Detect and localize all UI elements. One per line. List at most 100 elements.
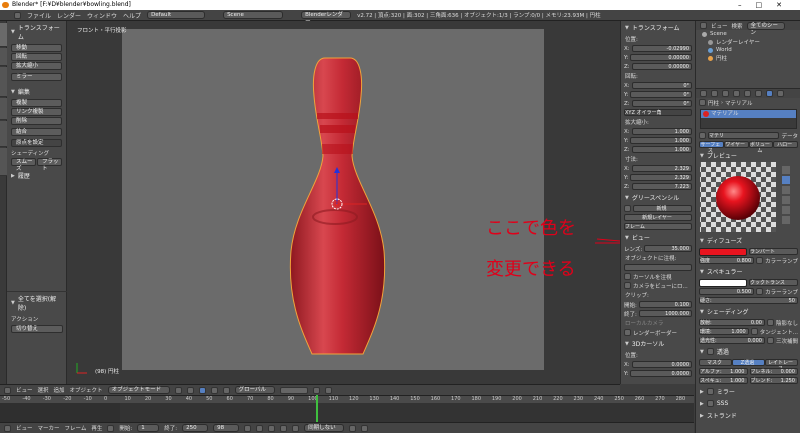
render-engine-select[interactable]: Blenderレンダー <box>301 11 352 25</box>
checkbox-icon[interactable] <box>750 328 758 335</box>
texture-tab-icon[interactable] <box>777 90 784 97</box>
timeline-editor[interactable]: -50 -40 -30 -20 -10 0 10 20 30 40 50 60 70 80 90 100 110… <box>0 395 694 423</box>
mirror-button[interactable]: ミラー <box>11 73 62 81</box>
window-controls[interactable]: –□✕ <box>738 0 796 10</box>
material-browse-icon[interactable] <box>699 132 706 139</box>
play-icon[interactable] <box>268 424 276 432</box>
properties-editor[interactable]: 円柱 › マテリアル マテリアル マテリ データ サーフェス ワイヤー ボリューム ハ… <box>696 89 800 433</box>
strand-panel-header[interactable]: ▶ ストランド <box>696 409 800 422</box>
np-clip-end[interactable]: 終了: 1000.000 <box>621 309 695 318</box>
material-slot-list[interactable]: マテリアル <box>700 109 797 129</box>
outliner-search-menu[interactable]: 検索 <box>732 22 743 30</box>
tab-surface[interactable]: サーフェス <box>699 141 724 154</box>
tab-volume[interactable]: ボリューム <box>748 141 774 154</box>
material-tab-icon[interactable] <box>766 90 773 97</box>
menu-file[interactable]: ファイル <box>27 11 51 20</box>
np-rot-x[interactable]: X: 0° <box>621 81 695 90</box>
emit-field[interactable]: 放射: 0.00 <box>699 319 765 326</box>
outliner-row-renderlayers[interactable]: レンダーレイヤー <box>696 38 800 46</box>
preview-panel-header[interactable]: ▼ プレビュー <box>696 149 800 162</box>
render-tab-icon[interactable] <box>700 90 707 97</box>
tab-tools[interactable] <box>0 23 7 47</box>
preview-monkey-icon[interactable] <box>782 196 790 204</box>
editor-type-icon[interactable] <box>14 11 21 19</box>
outliner-display-select[interactable]: 全てのシーン <box>746 21 785 36</box>
duplicate-linked-button[interactable]: リンク複製 <box>11 108 62 116</box>
blend-field[interactable]: ブレンド: 1.250 <box>749 377 798 384</box>
current-frame-field[interactable]: 98 <box>213 424 240 432</box>
checkbox-icon[interactable] <box>624 282 631 289</box>
np-lens-row[interactable]: レンズ: 35.000 <box>621 244 695 253</box>
hardness-field[interactable]: 硬さ: 50 <box>699 297 798 304</box>
translucency-field[interactable]: 透光性: 0.000 <box>699 337 765 344</box>
np-scale-z[interactable]: Z: 1.000 <box>621 145 695 154</box>
diffuse-intensity-field[interactable]: 強度 0.800 <box>699 257 755 264</box>
transform-orientation-select[interactable]: グローバル <box>234 386 275 394</box>
outliner-row-world[interactable]: World <box>696 46 800 54</box>
np-clip-start[interactable]: 開始: 0.100 <box>621 300 695 309</box>
ambient-field[interactable]: 環境: 1.000 <box>699 328 749 335</box>
menu-render[interactable]: レンダー <box>57 11 81 20</box>
outliner[interactable]: ビュー 検索 全てのシーン Scene レンダーレイヤー World 円柱 <box>696 21 800 89</box>
jump-start-icon[interactable] <box>244 424 252 432</box>
shade-flat-button[interactable]: フラット <box>37 158 62 172</box>
snap-icon[interactable] <box>312 386 320 394</box>
np-scale-y[interactable]: Y: 1.000 <box>621 136 695 145</box>
np-transform-header[interactable]: ▼ トランスフォーム <box>621 21 695 34</box>
np-lock-object-field[interactable] <box>624 264 692 271</box>
shading-panel-header[interactable]: ▼ シェーディング <box>696 305 800 318</box>
specular-panel-header[interactable]: ▼ スペキュラー <box>696 265 800 278</box>
layer-buttons-icon[interactable] <box>279 386 308 394</box>
tab-create[interactable] <box>0 48 7 66</box>
jump-end-icon[interactable] <box>292 424 300 432</box>
set-origin-button[interactable]: 原点を設定 <box>11 139 62 147</box>
3d-viewport[interactable]: フロント・平行投影 (98) 円柱 <box>67 21 620 384</box>
checkbox-icon[interactable] <box>766 337 774 344</box>
keying-set-icon[interactable] <box>361 424 369 432</box>
alpha-field[interactable]: アルファ: 1.000 <box>699 368 748 375</box>
record-icon[interactable] <box>349 424 357 432</box>
outliner-row-cylinder[interactable]: 円柱 <box>696 54 800 62</box>
specular-intensity-field[interactable]: 0.500 <box>699 288 755 295</box>
duplicate-button[interactable]: 複製 <box>11 99 62 107</box>
specular-shader-select[interactable]: クックトランス <box>749 279 798 286</box>
np-rotation-mode[interactable]: XYZ オイラー角 <box>624 109 692 116</box>
np-scale-x[interactable]: X: 1.000 <box>621 127 695 136</box>
editor-type-icon[interactable] <box>4 424 11 432</box>
rotate-manipulator-icon[interactable] <box>222 386 230 394</box>
transp-mask-button[interactable]: マスク <box>699 359 732 366</box>
tab-halo[interactable]: ハロー <box>773 141 798 148</box>
modifier-tab-icon[interactable] <box>755 90 762 97</box>
layout-select[interactable]: Default <box>147 11 206 19</box>
sss-panel-header[interactable]: ▶ SSS <box>696 398 800 409</box>
delete-button[interactable]: 削除 <box>11 117 62 125</box>
vp-menu-object[interactable]: オブジェクト <box>70 386 103 394</box>
operator-panel-header[interactable]: ▼ 全てを選択(解除) <box>7 292 67 314</box>
checkbox-icon[interactable] <box>706 348 714 355</box>
preview-cube-icon[interactable] <box>782 186 790 194</box>
np-dim-z[interactable]: Z: 7.223 <box>621 182 695 191</box>
tab-grease-pencil[interactable] <box>0 148 7 176</box>
np-loc-z[interactable]: Z: 0.00000 <box>621 62 695 71</box>
rotate-button[interactable]: 回転 <box>11 53 62 61</box>
preview-hair-icon[interactable] <box>782 206 790 214</box>
pivot-point-icon[interactable] <box>186 386 194 394</box>
menu-help[interactable]: ヘルプ <box>123 11 141 20</box>
np-dim-y[interactable]: Y: 2.329 <box>621 173 695 182</box>
translate-manipulator-icon[interactable] <box>210 386 218 394</box>
editor-type-icon[interactable] <box>4 386 11 394</box>
checkbox-icon[interactable] <box>756 257 764 264</box>
preview-sphere-icon[interactable] <box>782 166 790 174</box>
manipulator-icon[interactable] <box>198 386 206 394</box>
np-view-header[interactable]: ▼ ビュー <box>621 231 695 244</box>
np-loc-x[interactable]: X: -0.02990 <box>621 44 695 53</box>
scene-tab-icon[interactable] <box>722 90 729 97</box>
checkbox-icon[interactable] <box>706 388 714 395</box>
vp-menu-add[interactable]: 追加 <box>54 386 65 394</box>
material-slot-item[interactable]: マテリアル <box>701 110 796 118</box>
checkbox-icon[interactable] <box>756 288 764 295</box>
np-grease-new-button[interactable]: 新規 <box>633 205 692 212</box>
object-tab-icon[interactable] <box>744 90 751 97</box>
np-rot-y[interactable]: Y: 0° <box>621 90 695 99</box>
np-frame-button[interactable]: フレーム <box>624 223 692 230</box>
